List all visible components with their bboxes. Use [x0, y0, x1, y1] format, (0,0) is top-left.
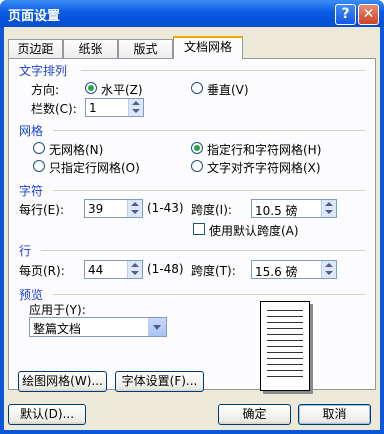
snap-to-char-grid-radio[interactable]: [191, 160, 203, 172]
page-preview: [260, 301, 310, 391]
spinner-arrows-icon[interactable]: [127, 261, 142, 278]
preview-line: [267, 376, 303, 377]
close-icon: ✕: [362, 6, 375, 22]
help-button[interactable]: ?: [335, 4, 356, 25]
spinner-arrows-icon[interactable]: [127, 200, 142, 217]
ok-button[interactable]: 确定: [218, 404, 291, 425]
columns-spinner[interactable]: 1: [85, 98, 144, 117]
direction-label: 方向:: [31, 83, 60, 97]
columns-label: 栏数(C):: [31, 102, 77, 116]
apply-to-value: 整篇文档: [33, 322, 82, 336]
draw-grid-button[interactable]: 绘图网格(W)...: [18, 371, 107, 392]
preview-line: [267, 352, 303, 353]
columns-value: 1: [89, 101, 97, 115]
chars-per-line-value: 39: [88, 202, 104, 216]
chevron-down-icon[interactable]: [148, 318, 166, 336]
page-setup-dialog: 页面设置 ? ✕ 页边距 纸张 版式 文档网格 文字排列 方向: 水平(Z) 垂…: [0, 0, 384, 434]
preview-line: [267, 364, 303, 365]
lines-only-grid-radio-label[interactable]: 只指定行网格(O): [49, 159, 140, 176]
vertical-radio-label[interactable]: 垂直(V): [207, 81, 249, 98]
divider: [53, 190, 365, 191]
lines-per-page-value: 44: [88, 263, 104, 277]
lines-per-page-spinner[interactable]: 44: [84, 260, 143, 279]
default-pitch-checkbox[interactable]: [193, 223, 205, 235]
line-and-char-grid-radio[interactable]: [191, 142, 203, 154]
divider: [53, 294, 365, 295]
apply-to-label: 应用于(Y):: [29, 303, 86, 317]
horizontal-radio-label[interactable]: 水平(Z): [101, 81, 143, 98]
default-button[interactable]: 默认(D)...: [8, 404, 86, 425]
document-grid-pane: 文字排列 方向: 水平(Z) 垂直(V) 栏数(C): 1 网格 无网格(N) …: [8, 58, 376, 390]
spinner-arrows-icon[interactable]: [321, 261, 336, 278]
preview-line: [267, 370, 303, 371]
divider: [81, 70, 365, 71]
spinner-arrows-icon[interactable]: [321, 200, 336, 217]
chars-per-line-spinner[interactable]: 39: [84, 199, 143, 218]
title-bar[interactable]: 页面设置 ? ✕: [0, 0, 384, 27]
char-pitch-label: 跨度(I):: [191, 203, 232, 217]
snap-to-char-grid-radio-label[interactable]: 文字对齐字符网格(X): [207, 159, 321, 176]
preview-line: [267, 334, 303, 335]
cancel-button[interactable]: 取消: [298, 404, 371, 425]
close-button[interactable]: ✕: [358, 4, 379, 25]
apply-to-select[interactable]: 整篇文档: [29, 317, 167, 337]
help-icon: ?: [341, 6, 350, 22]
font-settings-button[interactable]: 字体设置(F)...: [115, 371, 204, 392]
line-pitch-value: 15.6 磅: [255, 265, 298, 279]
line-and-char-grid-radio-label[interactable]: 指定行和字符网格(H): [207, 141, 321, 158]
preview-line: [267, 358, 303, 359]
chars-per-line-label: 每行(E):: [19, 203, 64, 217]
vertical-radio[interactable]: [191, 82, 203, 94]
characters-heading: 字符: [19, 184, 44, 198]
tab-margins[interactable]: 页边距: [8, 39, 63, 58]
horizontal-radio[interactable]: [85, 82, 97, 94]
tab-layout[interactable]: 版式: [118, 39, 173, 58]
divider: [41, 250, 365, 251]
lines-per-page-label: 每页(R):: [19, 264, 65, 278]
preview-line: [267, 340, 303, 341]
char-pitch-spinner[interactable]: 10.5 磅: [251, 199, 337, 218]
preview-line: [267, 310, 303, 311]
preview-line: [267, 346, 303, 347]
tab-document-grid[interactable]: 文档网格: [173, 36, 243, 59]
divider: [53, 130, 365, 131]
no-grid-radio-label[interactable]: 无网格(N): [49, 141, 103, 158]
default-pitch-label[interactable]: 使用默认跨度(A): [209, 222, 299, 239]
preview-line: [267, 322, 303, 323]
lines-heading: 行: [19, 244, 32, 258]
window-title: 页面设置: [8, 9, 61, 24]
lines-only-grid-radio[interactable]: [33, 160, 45, 172]
chars-range: (1-43): [147, 201, 184, 215]
spinner-arrows-icon[interactable]: [128, 99, 143, 116]
lines-range: (1-48): [147, 262, 184, 276]
text-direction-heading: 文字排列: [19, 64, 68, 78]
dialog-body: 页边距 纸张 版式 文档网格 文字排列 方向: 水平(Z) 垂直(V) 栏数(C…: [4, 27, 380, 430]
grid-heading: 网格: [19, 124, 44, 138]
tab-paper[interactable]: 纸张: [63, 39, 118, 58]
char-pitch-value: 10.5 磅: [255, 204, 298, 218]
preview-line: [267, 328, 303, 329]
line-pitch-spinner[interactable]: 15.6 磅: [251, 260, 337, 279]
line-pitch-label: 跨度(T):: [191, 264, 236, 278]
preview-line: [267, 316, 303, 317]
no-grid-radio[interactable]: [33, 142, 45, 154]
